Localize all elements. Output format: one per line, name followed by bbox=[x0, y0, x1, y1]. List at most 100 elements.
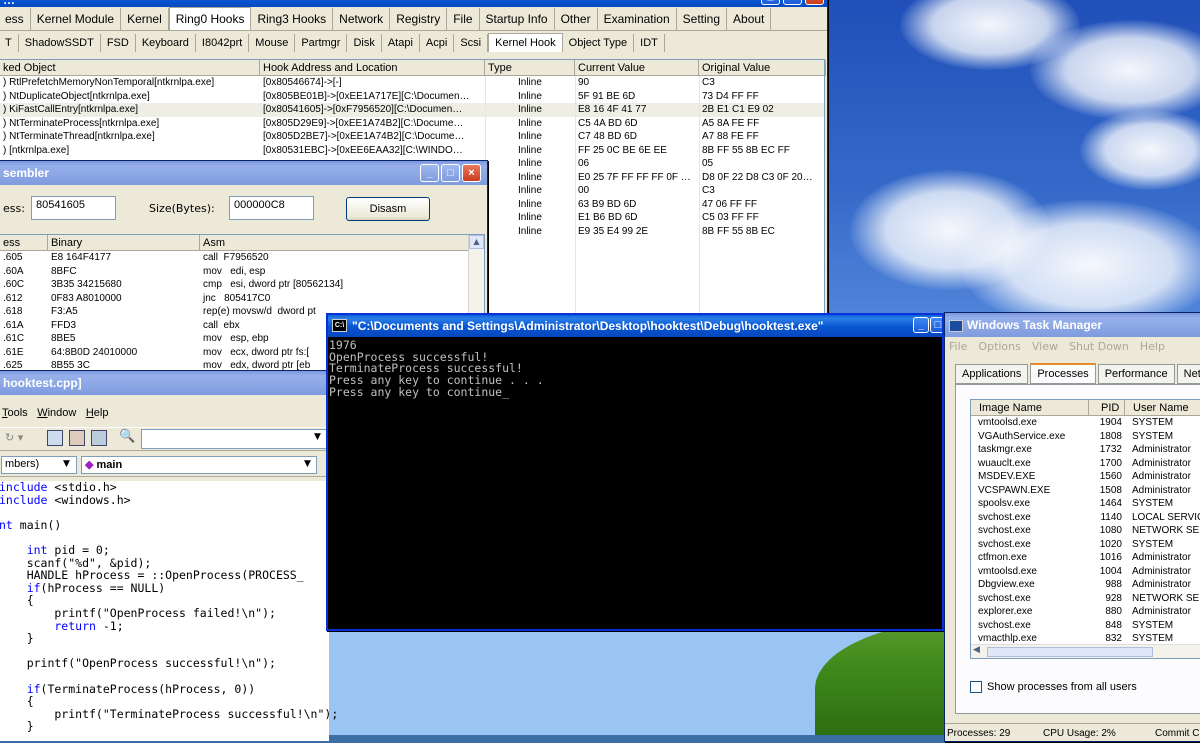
maximize-button[interactable]: □ bbox=[441, 164, 460, 182]
ark-subtab-keyboard[interactable]: Keyboard bbox=[136, 34, 196, 52]
ark-subtab-mouse[interactable]: Mouse bbox=[249, 34, 296, 52]
process-row[interactable]: explorer.exe 880 Administrator bbox=[971, 605, 1200, 619]
redo-icon[interactable]: ↻ ▾ bbox=[5, 431, 23, 444]
process-row[interactable]: svchost.exe 1080 NETWORK SERV bbox=[971, 524, 1200, 538]
taskmgr-menu-options[interactable]: Options bbox=[978, 340, 1020, 353]
ark-tab-kernel[interactable]: Kernel bbox=[121, 8, 169, 30]
column-header[interactable]: ked Object bbox=[0, 60, 260, 76]
minimize-button[interactable]: _ bbox=[913, 317, 929, 333]
chevron-down-icon[interactable]: ▼ bbox=[63, 459, 70, 469]
output-icon[interactable] bbox=[69, 430, 85, 446]
taskmgr-menu-help[interactable]: Help bbox=[1140, 340, 1165, 353]
ark-subtab-object-type[interactable]: Object Type bbox=[563, 34, 635, 52]
process-row[interactable]: Dbgview.exe 988 Administrator bbox=[971, 578, 1200, 592]
horizontal-scrollbar[interactable]: ◀ bbox=[971, 644, 1200, 658]
process-row[interactable]: MSDEV.EXE 1560 Administrator bbox=[971, 470, 1200, 484]
ark-subtab-scsi[interactable]: Scsi bbox=[454, 34, 489, 52]
process-row[interactable]: svchost.exe 848 SYSTEM bbox=[971, 619, 1200, 633]
table-row[interactable]: .605 E8 164F4177 call F7956520 bbox=[0, 251, 484, 265]
table-row[interactable]: .60C 3B35 34215680 cmp esi, dword ptr [805… bbox=[0, 278, 484, 292]
ark-subtab-fsd[interactable]: FSD bbox=[101, 34, 136, 52]
ark-tab-ring3-hooks[interactable]: Ring3 Hooks bbox=[251, 8, 334, 30]
table-row[interactable]: .60A 8BFC mov edi, esp bbox=[0, 265, 484, 279]
ark-subtab-kernel-hook[interactable]: Kernel Hook bbox=[488, 33, 563, 52]
column-header[interactable]: PID bbox=[1089, 400, 1125, 416]
ark-subtab-acpi[interactable]: Acpi bbox=[420, 34, 455, 52]
taskmgr-tab-performance[interactable]: Performance bbox=[1097, 364, 1175, 384]
maximize-button[interactable]: □ bbox=[783, 0, 802, 5]
taskmgr-menu-file[interactable]: File bbox=[949, 340, 967, 353]
minimize-button[interactable]: _ bbox=[420, 164, 439, 182]
find-icon[interactable]: 🔍 bbox=[119, 429, 135, 444]
table-row[interactable]: ) NtDuplicateObject[ntkrnlpa.exe] [0x805B… bbox=[0, 90, 824, 104]
ark-tab-setting[interactable]: Setting bbox=[677, 8, 728, 30]
column-header[interactable]: Image Name bbox=[971, 400, 1089, 416]
table-row[interactable]: .612 0F83 A8010000 jnc 805417C0 bbox=[0, 292, 484, 306]
process-row[interactable]: vmtoolsd.exe 1904 SYSTEM bbox=[971, 416, 1200, 430]
table-row[interactable]: ) NtTerminateThread[ntkrnlpa.exe] [0x805D… bbox=[0, 130, 824, 144]
column-header[interactable]: Hook Address and Location bbox=[260, 60, 485, 76]
process-row[interactable]: VGAuthService.exe 1808 SYSTEM bbox=[971, 430, 1200, 444]
column-header[interactable]: Binary bbox=[48, 235, 200, 251]
table-row[interactable]: ) [ntkrnlpa.exe] [0x80531EBC]->[0xEE6EAA3… bbox=[0, 144, 824, 158]
scroll-left-icon[interactable]: ◀ bbox=[973, 645, 980, 655]
minimize-button[interactable]: _ bbox=[761, 0, 780, 5]
chevron-down-icon[interactable]: ▼ bbox=[304, 459, 311, 469]
workspace-icon[interactable] bbox=[91, 430, 107, 446]
taskmgr-tab-networking[interactable]: Networking bbox=[1176, 364, 1200, 384]
ark-tab-kernel-module[interactable]: Kernel Module bbox=[31, 8, 122, 30]
window-icon[interactable] bbox=[47, 430, 63, 446]
taskmgr-menu-shut-down[interactable]: Shut Down bbox=[1069, 340, 1129, 353]
ark-subtab-shadowssdt[interactable]: ShadowSSDT bbox=[19, 34, 101, 52]
table-row[interactable]: ) RtlPrefetchMemoryNonTemporal[ntkrnlpa.… bbox=[0, 76, 824, 90]
process-row[interactable]: svchost.exe 1020 SYSTEM bbox=[971, 538, 1200, 552]
disasm-button[interactable]: Disasm bbox=[346, 197, 430, 221]
menu-window[interactable]: Window bbox=[34, 403, 79, 423]
ark-subtab-idt[interactable]: IDT bbox=[634, 34, 665, 52]
find-combo[interactable] bbox=[141, 429, 327, 449]
taskmgr-menu-view[interactable]: View bbox=[1032, 340, 1058, 353]
ark-tab-about[interactable]: About bbox=[727, 8, 772, 30]
ark-tab-ring0-hooks[interactable]: Ring0 Hooks bbox=[168, 7, 252, 30]
process-row[interactable]: svchost.exe 1140 LOCAL SERVICE bbox=[971, 511, 1200, 525]
column-header[interactable]: ess bbox=[0, 235, 48, 251]
address-input[interactable]: 80541605 bbox=[31, 196, 116, 220]
ark-subtab-partmgr[interactable]: Partmgr bbox=[295, 34, 348, 52]
ark-subtab-t[interactable]: T bbox=[0, 34, 19, 52]
maximize-button[interactable]: □ bbox=[930, 317, 942, 333]
process-row[interactable]: VCSPAWN.EXE 1508 Administrator bbox=[971, 484, 1200, 498]
process-row[interactable]: taskmgr.exe 1732 Administrator bbox=[971, 443, 1200, 457]
process-row[interactable]: vmtoolsd.exe 1004 Administrator bbox=[971, 565, 1200, 579]
ark-tab-startup-info[interactable]: Startup Info bbox=[480, 8, 555, 30]
column-header[interactable]: Asm bbox=[200, 235, 470, 251]
column-header[interactable]: Type bbox=[485, 60, 575, 76]
column-header[interactable]: Current Value bbox=[575, 60, 699, 76]
member-combo[interactable]: ◆ main bbox=[81, 456, 317, 474]
size-input[interactable]: 000000C8 bbox=[229, 196, 314, 220]
table-row[interactable]: ) NtTerminateProcess[ntkrnlpa.exe] [0x805… bbox=[0, 117, 824, 131]
menu-help[interactable]: Help bbox=[83, 403, 112, 423]
menu-tools[interactable]: Tools bbox=[0, 403, 31, 423]
column-header[interactable]: Original Value bbox=[699, 60, 826, 76]
column-header[interactable]: User Name bbox=[1125, 400, 1200, 416]
process-row[interactable]: ctfmon.exe 1016 Administrator bbox=[971, 551, 1200, 565]
process-row[interactable]: spoolsv.exe 1464 SYSTEM bbox=[971, 497, 1200, 511]
ark-tab-ess[interactable]: ess bbox=[0, 8, 31, 30]
ark-subtab-disk[interactable]: Disk bbox=[347, 34, 382, 52]
ark-tab-other[interactable]: Other bbox=[555, 8, 598, 30]
code-editor[interactable]: include <stdio.h> include <windows.h> nt m… bbox=[0, 481, 338, 741]
ark-tab-registry[interactable]: Registry bbox=[390, 8, 448, 30]
taskmgr-tab-applications[interactable]: Applications bbox=[955, 364, 1029, 384]
table-row[interactable]: ) KiFastCallEntry[ntkrnlpa.exe] [0x805416… bbox=[0, 103, 824, 117]
process-row[interactable]: svchost.exe 928 NETWORK SERV bbox=[971, 592, 1200, 606]
scroll-thumb[interactable] bbox=[987, 647, 1153, 657]
close-button[interactable]: × bbox=[462, 164, 481, 182]
chevron-down-icon[interactable]: ▼ bbox=[314, 432, 321, 442]
ark-tab-examination[interactable]: Examination bbox=[598, 8, 677, 30]
taskmgr-tab-processes[interactable]: Processes bbox=[1030, 363, 1096, 384]
ark-tab-file[interactable]: File bbox=[447, 8, 480, 30]
show-all-checkbox[interactable] bbox=[970, 681, 982, 693]
ark-tab-network[interactable]: Network bbox=[333, 8, 391, 30]
ark-subtab-atapi[interactable]: Atapi bbox=[382, 34, 420, 52]
ark-subtab-i8042prt[interactable]: I8042prt bbox=[196, 34, 250, 52]
